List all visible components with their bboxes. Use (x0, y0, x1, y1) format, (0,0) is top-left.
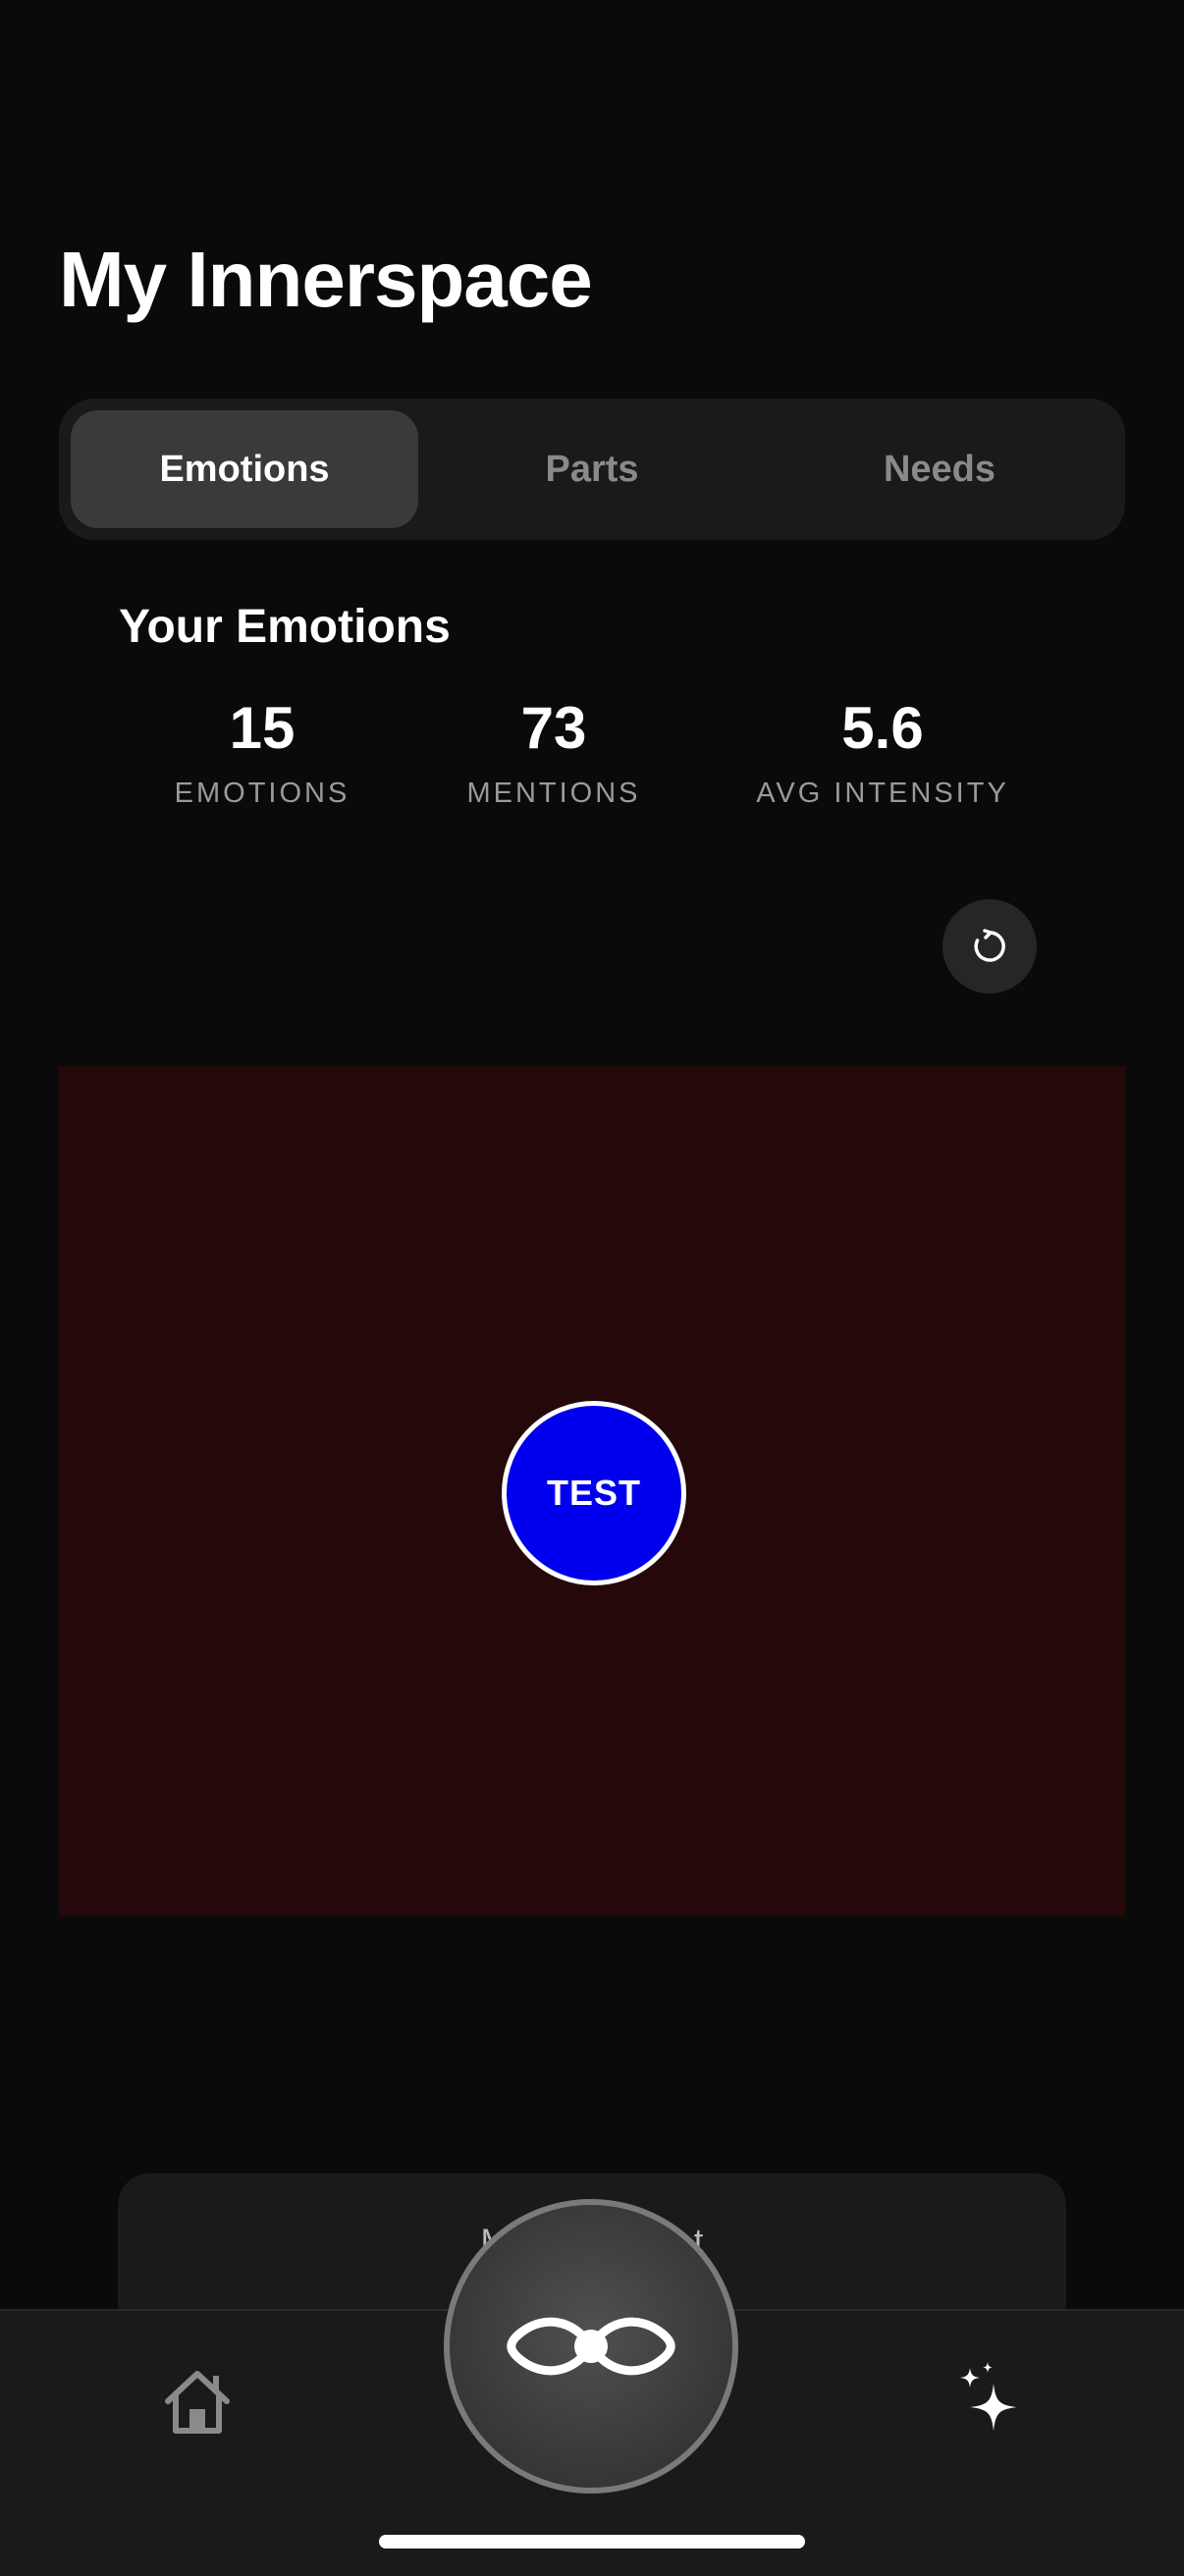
home-tab[interactable] (158, 2362, 237, 2441)
tab-parts[interactable]: Parts (418, 410, 766, 528)
home-indicator (379, 2535, 805, 2549)
insights-tab[interactable] (948, 2360, 1031, 2442)
stat-value: 15 (229, 695, 296, 761)
emotion-bubble[interactable]: TEST (502, 1401, 686, 1585)
stat-avg-intensity: 5.6 AVG INTENSITY (726, 699, 1040, 808)
stat-value: 73 (520, 695, 587, 761)
home-icon (165, 2371, 230, 2434)
page-title: My Innerspace (59, 236, 593, 323)
tab-needs[interactable]: Needs (766, 410, 1113, 528)
refresh-icon (974, 929, 1005, 962)
section-title: Your Emotions (119, 601, 451, 653)
stat-label: EMOTIONS (174, 778, 350, 809)
tab-emotions[interactable]: Emotions (71, 410, 418, 528)
stat-label: MENTIONS (466, 778, 641, 809)
center-action-button[interactable] (444, 2199, 738, 2494)
stat-emotions: 15 EMOTIONS (105, 699, 419, 808)
sparkle-icon (960, 2362, 1017, 2431)
stat-label: AVG INTENSITY (756, 778, 1009, 809)
stat-mentions: 73 MENTIONS (397, 699, 711, 808)
infinity-eye-icon (507, 2317, 675, 2376)
refresh-button[interactable] (942, 899, 1037, 993)
stat-value: 5.6 (841, 695, 924, 761)
segmented-control: Emotions Parts Needs (59, 399, 1125, 540)
emotion-canvas[interactable]: TEST (59, 1066, 1125, 1916)
